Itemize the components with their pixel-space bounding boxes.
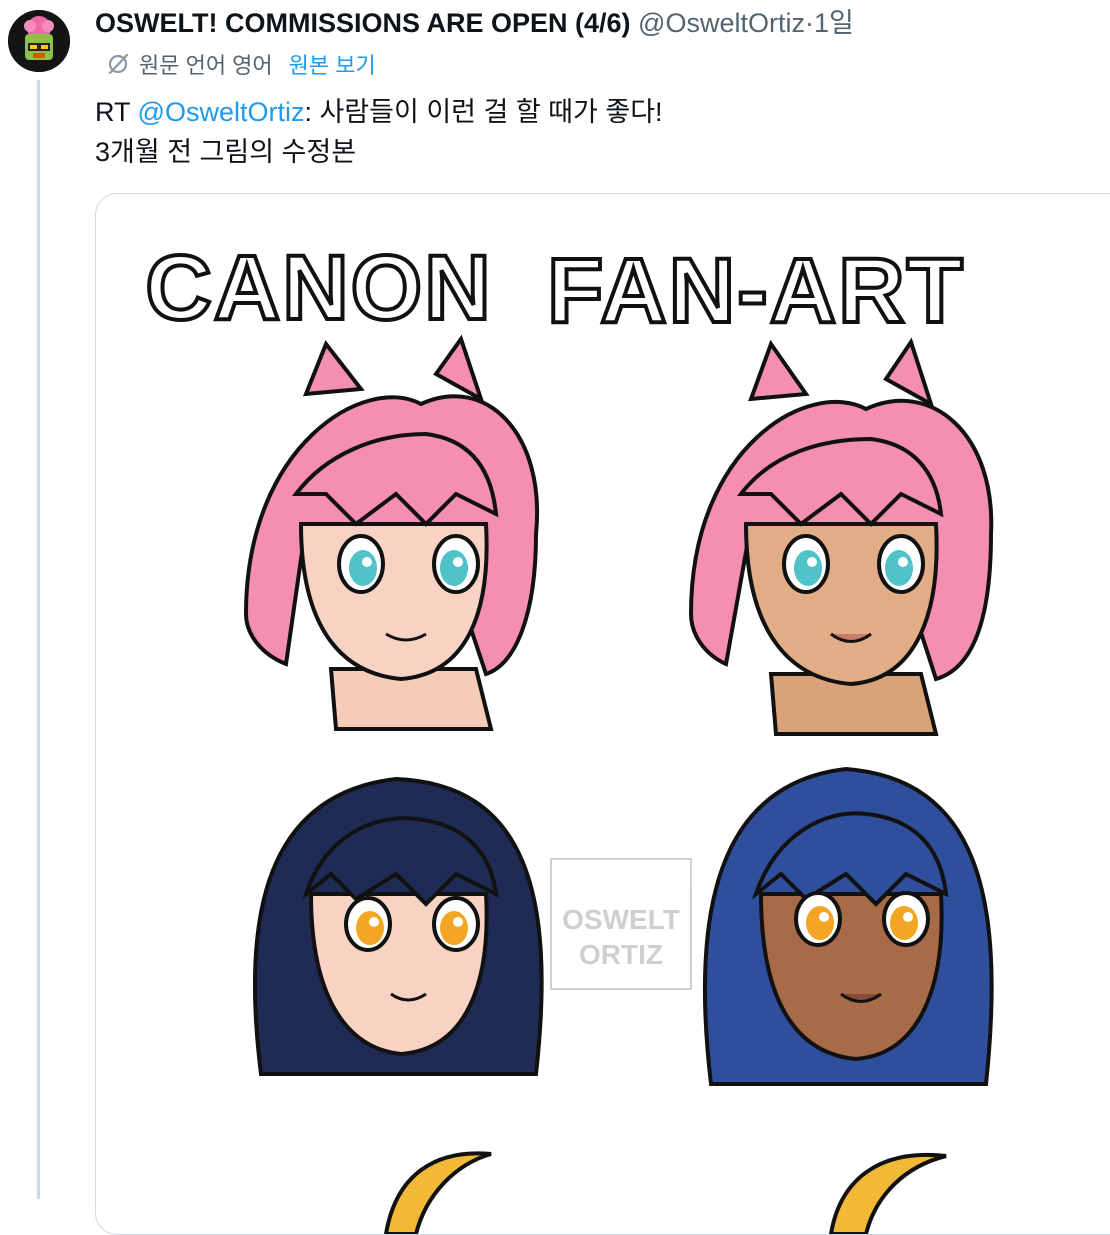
- thread-line: [37, 80, 40, 1199]
- tweet-line-1: RT @OsweltOrtiz: 사람들이 이런 걸 할 때가 좋다!: [95, 92, 663, 132]
- canon-label: CANON: [145, 237, 492, 339]
- translation-label: 원문 언어 영어: [139, 53, 273, 78]
- tweet-line-2: 3개월 전 그림의 수정본: [95, 137, 357, 167]
- display-name[interactable]: OSWELT! COMMISSIONS ARE OPEN (4/6): [95, 8, 631, 38]
- artist-watermark: OSWELT ORTIZ: [550, 858, 692, 990]
- tweet-header: OSWELT! COMMISSIONS ARE OPEN (4/6) @Oswe…: [95, 6, 854, 40]
- fan-art-label: FAN-ART: [547, 240, 965, 342]
- retweet-prefix: RT: [95, 97, 138, 127]
- separator: ·: [804, 8, 814, 38]
- mention-link[interactable]: @OsweltOrtiz: [138, 97, 305, 127]
- translate-off-icon: [108, 53, 129, 75]
- watermark-line2: ORTIZ: [579, 939, 663, 970]
- blue-fanart-portrait: [702, 766, 994, 1086]
- pink-canon-portrait: [243, 334, 540, 731]
- pink-fanart-portrait: [688, 337, 994, 736]
- tweet-text: RT @OsweltOrtiz: 사람들이 이런 걸 할 때가 좋다! 3개월 …: [95, 92, 663, 172]
- avatar-image: [8, 10, 70, 72]
- watermark-line1: OSWELT: [562, 904, 680, 935]
- translation-row: 원문 언어 영어 원본 보기: [105, 48, 376, 80]
- navy-canon-portrait: [252, 776, 544, 1076]
- timestamp[interactable]: 1일: [814, 8, 854, 38]
- avatar[interactable]: [8, 10, 70, 72]
- user-handle[interactable]: @OsweltOrtiz: [638, 8, 805, 38]
- crescent-right: [828, 1152, 947, 1234]
- media-image[interactable]: CANON FAN-ART OSWELT ORTIZ: [95, 193, 1110, 1235]
- tweet-line-1-text: : 사람들이 이런 걸 할 때가 좋다!: [304, 97, 663, 127]
- show-original-link[interactable]: 원본 보기: [289, 48, 376, 80]
- crescent-left: [383, 1151, 492, 1234]
- artwork: CANON FAN-ART OSWELT ORTIZ: [143, 235, 994, 1234]
